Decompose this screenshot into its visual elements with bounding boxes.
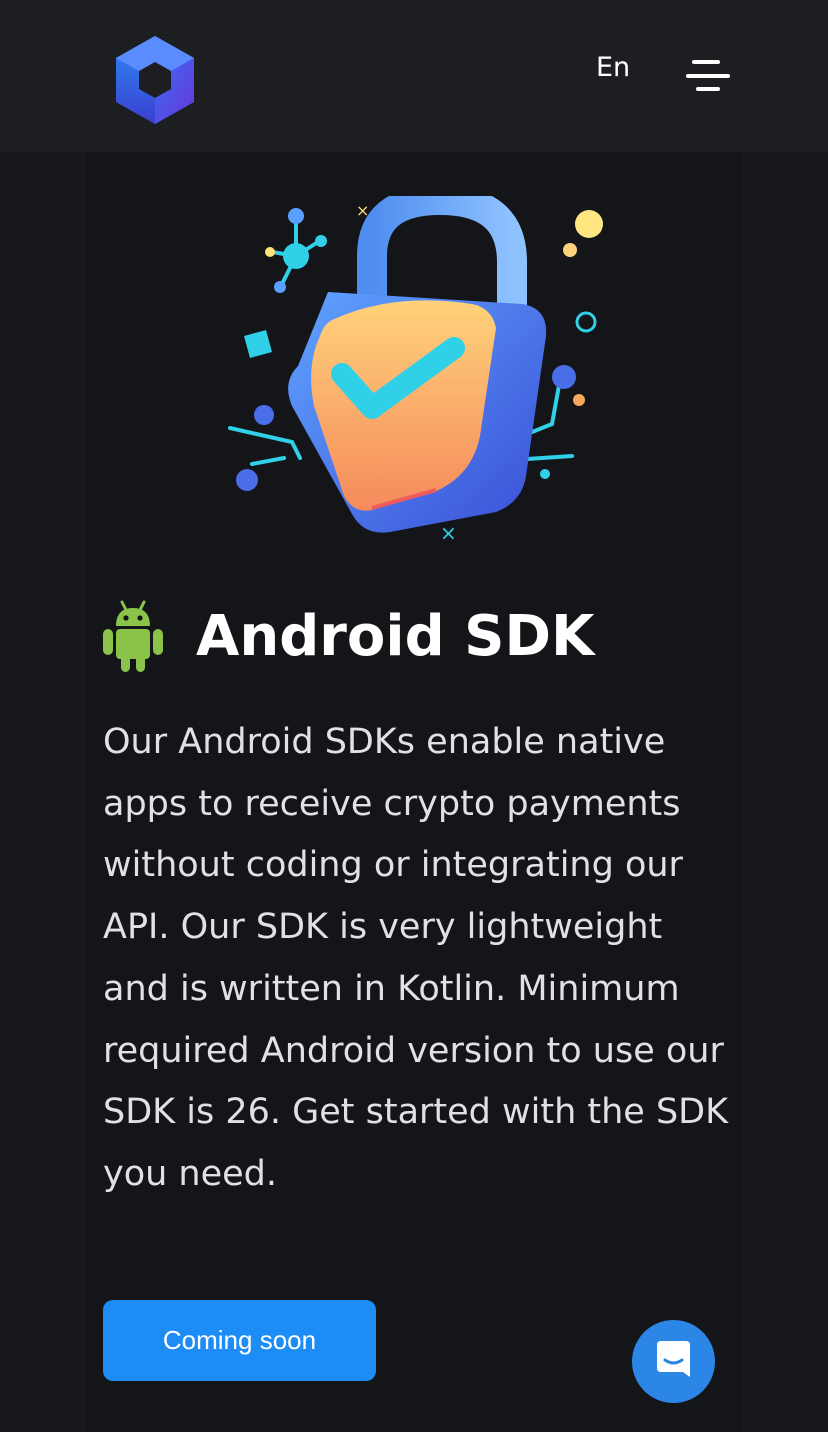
coming-soon-button[interactable]: Coming soon (103, 1300, 376, 1381)
language-selector[interactable]: En (596, 52, 630, 83)
site-header: En (0, 0, 828, 152)
page: En × × Android SDK Our Android SDKs enab… (0, 0, 828, 1432)
hamburger-menu-icon[interactable] (682, 52, 734, 98)
security-lock-illustration: × × (228, 196, 603, 545)
page-title: Android SDK (196, 603, 595, 669)
chat-widget-button[interactable] (632, 1320, 715, 1403)
svg-text:×: × (440, 521, 457, 545)
android-icon (103, 600, 163, 672)
sdk-description: Our Android SDKs enable native apps to r… (103, 722, 729, 1194)
hexagon-cube-logo[interactable] (108, 32, 202, 126)
section-title-row: Android SDK (102, 596, 594, 676)
chat-bubble-icon (657, 1341, 690, 1377)
